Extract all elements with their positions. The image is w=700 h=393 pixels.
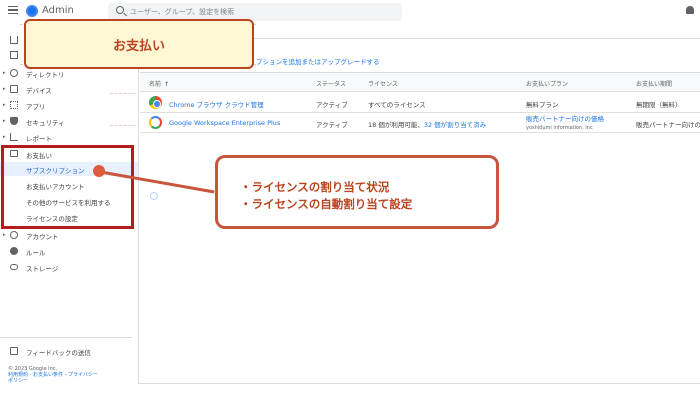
plan: 販売パートナー向けの価格 yoshidumi information, inc xyxy=(526,115,604,132)
cloud-icon xyxy=(10,264,18,270)
sidebar-item-label: アカウント xyxy=(26,233,59,241)
apps-icon xyxy=(10,101,18,109)
note-line: ・ライセンスの自動割り当て設定 xyxy=(240,197,413,211)
sidebar-item-label: アプリ xyxy=(26,103,46,111)
content-border xyxy=(138,38,139,384)
sidebar-item-label: ディレクトリ xyxy=(26,71,65,79)
plan-link[interactable]: 販売パートナー向けの価格 xyxy=(526,115,604,123)
sidebar-item-account[interactable]: ▸ アカウント xyxy=(0,228,138,242)
sidebar-item-label: レポート xyxy=(26,135,52,143)
license-assigned-link[interactable]: 32 個が割り当て済み xyxy=(424,121,486,129)
sidebar-item-label: ストレージ xyxy=(26,265,59,273)
google-icon xyxy=(149,116,162,129)
status: アクティブ xyxy=(316,121,348,129)
policy-link[interactable]: ポリシー xyxy=(8,378,28,384)
feedback-button[interactable]: フィードバックの送信 xyxy=(0,344,138,358)
rule-icon xyxy=(10,247,18,255)
table-row[interactable]: Google Workspace Enterprise Plus アクティブ 1… xyxy=(140,113,700,133)
chevron-right-icon: ▸ xyxy=(3,102,6,108)
app-title: Admin xyxy=(42,5,74,16)
sidebar-footer: © 2023 Google Inc. 利用規約 - お支払い条件 - プライバシ… xyxy=(8,366,98,384)
sidebar-item-label: ルール xyxy=(26,249,46,257)
shield-icon xyxy=(10,117,18,125)
faint-marker xyxy=(150,192,158,200)
table-row[interactable]: Chrome ブラウザ クラウド管理 アクティブ すべてのライセンス 無料プラン… xyxy=(140,93,700,113)
chevron-right-icon: ▸ xyxy=(3,86,6,92)
column-header-name[interactable]: 名前 ↑ xyxy=(149,79,169,88)
plan: 無料プラン xyxy=(526,101,559,109)
license: すべてのライセンス xyxy=(368,101,426,109)
user-icon xyxy=(10,69,18,77)
privacy-link[interactable]: プライバシー xyxy=(68,372,98,378)
product-name[interactable]: Google Workspace Enterprise Plus xyxy=(169,119,280,127)
note-callout: ・ライセンスの割り当て状況 ・ライセンスの自動割り当て設定 xyxy=(215,155,499,229)
period: 販売パートナー向けの xyxy=(636,121,700,129)
status: アクティブ xyxy=(316,101,348,109)
product-name[interactable]: Chrome ブラウザ クラウド管理 xyxy=(169,99,264,109)
sidebar-item-label: デバイス xyxy=(26,87,52,95)
column-header-plan: お支払いプラン xyxy=(526,81,569,88)
sidebar-item-label: セキュリティ xyxy=(26,119,65,127)
column-header-label: 名前 xyxy=(149,81,162,88)
chrome-icon xyxy=(149,96,162,109)
home-icon xyxy=(10,36,18,44)
column-header-status: ステータス xyxy=(316,81,347,88)
table-header: 名前 ↑ ステータス ライセンス お支払いプラン お支払い期間 xyxy=(140,72,700,92)
dashboard-icon xyxy=(10,51,18,59)
search-input[interactable] xyxy=(130,5,390,19)
sidebar-item-reports[interactable]: ▸ レポート xyxy=(0,130,138,144)
callout-connector-dot xyxy=(93,165,105,177)
sidebar-item-apps[interactable]: ▸ アプリ xyxy=(0,98,138,112)
notifications-icon[interactable] xyxy=(686,6,694,14)
sidebar-item-storage[interactable]: ストレージ xyxy=(0,260,138,274)
period: 無期限（無料） xyxy=(636,101,682,109)
chevron-right-icon: ▸ xyxy=(3,232,6,238)
license: 18 個が利用可能、32 個が割り当て済み xyxy=(368,119,486,129)
note-line: ・ライセンスの割り当て状況 xyxy=(240,180,390,194)
callout-guide-line xyxy=(110,93,136,94)
feedback-label: フィードバックの送信 xyxy=(26,349,91,357)
title-callout-text: お支払い xyxy=(112,39,165,54)
billing-terms-link[interactable]: お支払い条件 xyxy=(33,372,63,378)
bar-chart-icon xyxy=(10,133,18,141)
billing-highlight-box xyxy=(1,145,134,229)
at-icon xyxy=(10,231,18,239)
column-header-license: ライセンス xyxy=(368,81,398,88)
content-bottom-border xyxy=(138,383,700,384)
title-callout: お支払い xyxy=(24,19,254,69)
chevron-right-icon: ▸ xyxy=(3,134,6,140)
chevron-right-icon: ▸ xyxy=(3,70,6,76)
chevron-right-icon: ▸ xyxy=(3,118,6,124)
sort-arrow-icon: ↑ xyxy=(164,81,170,88)
device-icon xyxy=(10,85,18,93)
admin-logo-icon xyxy=(26,5,38,17)
menu-icon[interactable] xyxy=(8,6,18,15)
column-header-period: お支払い期間 xyxy=(636,81,673,88)
search-icon xyxy=(116,6,124,14)
feedback-icon xyxy=(10,347,18,355)
sidebar-divider xyxy=(0,337,132,338)
add-upgrade-link[interactable]: プションを追加またはアップグレードする xyxy=(256,56,380,66)
callout-guide-line xyxy=(110,125,136,126)
sidebar-item-rules[interactable]: ルール xyxy=(0,244,138,258)
license-available: 18 個が利用可能、 xyxy=(368,121,424,129)
reseller-name: yoshidumi information, inc xyxy=(526,124,593,131)
